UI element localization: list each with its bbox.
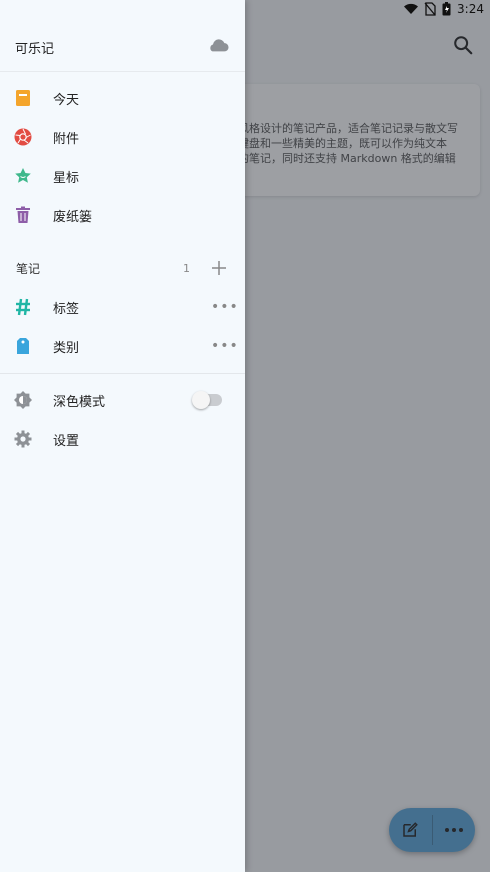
tags-more-icon[interactable]: ••• — [211, 299, 239, 315]
cloud-icon[interactable] — [207, 37, 229, 53]
menu-label-categories: 类别 — [53, 340, 80, 356]
notes-count: 1 — [183, 261, 190, 275]
battery-icon — [442, 2, 451, 16]
categories-more-icon[interactable]: ••• — [211, 338, 239, 354]
menu-label-dark-mode: 深色模式 — [53, 394, 106, 410]
add-note-icon[interactable] — [210, 259, 228, 277]
menu-label-tags: 标签 — [53, 301, 80, 317]
notes-section-label: 笔记 — [16, 261, 41, 276]
tag-icon — [14, 337, 32, 355]
menu-item-attachments[interactable]: 附件 — [0, 118, 245, 156]
menu-item-dark-mode[interactable]: 深色模式 — [0, 381, 245, 419]
drawer-divider — [0, 373, 245, 374]
star-icon — [14, 167, 32, 185]
dark-mode-icon — [14, 391, 32, 409]
menu-item-categories[interactable]: 类别 ••• — [0, 327, 245, 365]
menu-item-tags[interactable]: 标签 ••• — [0, 288, 245, 326]
menu-label-attachments: 附件 — [53, 131, 80, 147]
drawer-header: 可乐记 — [0, 22, 245, 72]
menu-label-starred: 星标 — [53, 170, 80, 186]
menu-item-settings[interactable]: 设置 — [0, 420, 245, 458]
menu-item-starred[interactable]: 星标 — [0, 157, 245, 195]
toggle-knob — [192, 391, 210, 409]
app-name: 可乐记 — [15, 42, 55, 57]
no-sim-icon — [424, 2, 436, 16]
gear-icon — [14, 430, 32, 448]
hashtag-icon — [14, 298, 32, 316]
aperture-icon — [14, 128, 32, 146]
calendar-icon — [14, 89, 32, 107]
notes-section-header[interactable]: 笔记 1 — [0, 249, 245, 287]
dark-mode-toggle[interactable] — [192, 391, 222, 409]
status-time: 3:24 — [457, 2, 484, 16]
menu-label-settings: 设置 — [53, 433, 80, 449]
menu-item-today[interactable]: 今天 — [0, 79, 245, 117]
menu-label-today: 今天 — [53, 92, 80, 108]
wifi-icon — [404, 3, 419, 14]
menu-item-trash[interactable]: 废纸篓 — [0, 196, 245, 234]
trash-icon — [14, 206, 32, 224]
navigation-drawer: 可乐记 今天 附件 星标 废纸篓 笔记 1 标签 ••• 类别 ••• 深色模式… — [0, 0, 245, 872]
menu-label-trash: 废纸篓 — [53, 209, 93, 225]
